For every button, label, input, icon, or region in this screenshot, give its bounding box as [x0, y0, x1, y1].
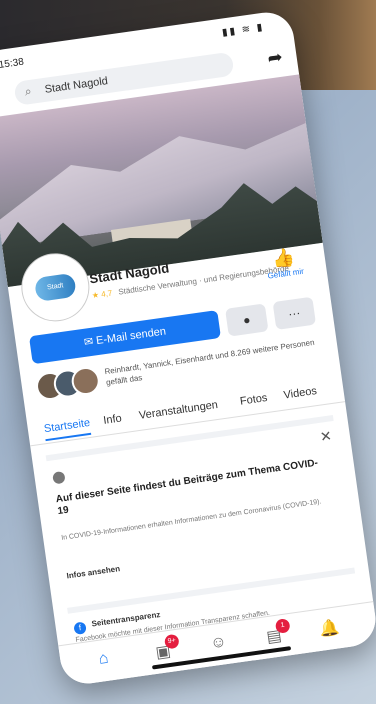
like-button[interactable]: 👍 Gefällt mir [259, 245, 309, 281]
close-icon[interactable]: ✕ [319, 427, 333, 445]
marketplace-icon[interactable]: ☺ [202, 632, 234, 654]
tab-videos[interactable]: Videos [283, 385, 318, 402]
more-label: ··· [287, 305, 302, 322]
groups-icon[interactable]: ▤ 1 [258, 618, 291, 648]
status-time: 15:38 [0, 56, 25, 71]
video-icon[interactable]: ▣ 9+ [147, 633, 180, 664]
messenger-icon: ● [242, 312, 252, 328]
tab-startseite[interactable]: Startseite [43, 416, 92, 442]
home-icon[interactable]: ⌂ [87, 648, 119, 670]
rating-stars: ★ 4,7 [91, 288, 113, 301]
tab-info[interactable]: Info [103, 412, 123, 426]
notification-badge: 9+ [163, 633, 180, 650]
facebook-icon: f [73, 621, 87, 635]
covid-info-card: ✕ Auf dieser Seite findest du Beiträge z… [45, 414, 354, 600]
search-query: Stadt Nagold [43, 75, 109, 96]
search-icon: ⌕ [23, 83, 33, 99]
card-link[interactable]: Infos ansehen [66, 564, 121, 580]
phone-screen: 15:38 ▮▮ ≋ ▮ ‹ ⌕ Stadt Nagold ➦ Stadt Na… [0, 8, 376, 688]
tab-veranstaltungen[interactable]: Veranstaltungen [138, 399, 218, 422]
messenger-button[interactable]: ● [225, 303, 269, 337]
share-icon[interactable]: ➦ [266, 47, 284, 70]
profile-logo: Stadt Nagold [33, 272, 77, 316]
bell-icon[interactable]: 🔔 [313, 617, 345, 641]
notification-badge: 1 [274, 618, 291, 634]
info-icon [52, 470, 66, 485]
more-button[interactable]: ··· [272, 296, 317, 330]
tab-fotos[interactable]: Fotos [239, 392, 268, 408]
email-button-label: E-Mail senden [95, 325, 167, 348]
status-icons: ▮▮ ≋ ▮ [221, 21, 265, 39]
